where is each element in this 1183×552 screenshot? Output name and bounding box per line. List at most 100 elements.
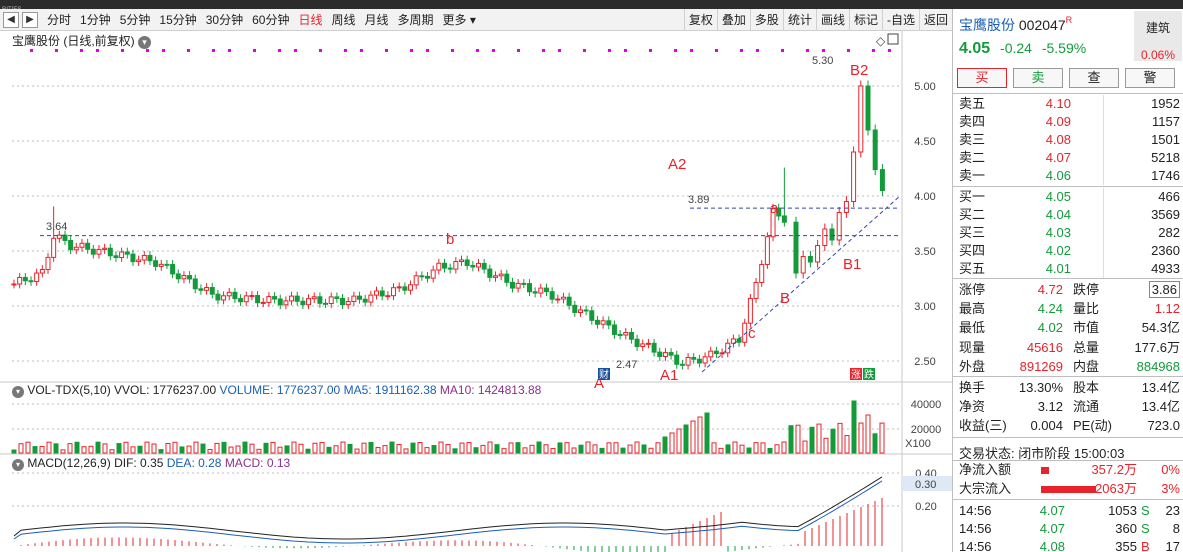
tool-button[interactable]: -自选 <box>881 9 919 31</box>
candle-body <box>793 221 799 274</box>
volume-bar <box>354 448 360 454</box>
stats-secondary: 换手 13.30% 股本 13.4亿 净资 3.12 流通 13.4亿 收益(三) 0.004 PE… <box>953 378 1183 436</box>
period-tab[interactable]: 月线 <box>365 11 389 28</box>
volume-bar <box>858 422 864 454</box>
order-book-row: 买四 4.02 2360 <box>953 242 1183 260</box>
buy-button[interactable]: 买 <box>957 68 1007 88</box>
volume-bar <box>382 445 388 454</box>
candle-body <box>79 242 85 248</box>
tick-row: 14:56 4.08 355 B 17 <box>953 538 1183 552</box>
signal-dot <box>80 49 83 52</box>
order-price: 4.07 <box>1045 150 1071 165</box>
stat-value: 884968 <box>1136 358 1180 374</box>
candle-body <box>634 338 640 348</box>
tool-button[interactable]: 返回 <box>918 9 952 31</box>
stat-row: 收益(三) 0.004 PE(动) 723.0 <box>953 416 1183 435</box>
divider <box>953 376 1183 377</box>
candle-body <box>124 251 130 255</box>
volume-bar <box>340 441 346 454</box>
price-line: 4.05 -0.24 -5.59% <box>959 40 1086 58</box>
volume-bar <box>116 443 122 454</box>
volume-bar <box>438 441 444 454</box>
order-level-label: 卖四 <box>959 114 986 129</box>
volume-bar <box>613 442 619 454</box>
period-tab[interactable]: 1分钟 <box>80 11 111 28</box>
tick-time: 14:56 <box>959 521 992 536</box>
tick-price: 4.07 <box>1039 521 1065 536</box>
candle-body <box>872 129 878 171</box>
period-tab[interactable]: 多周期 <box>398 11 434 28</box>
period-tab[interactable]: 15分钟 <box>159 11 196 28</box>
period-tabs: 分时 1分钟 5分钟 15分钟 30分钟 60分钟 日线 周线 月线 多周期 更多 ▾ <box>38 11 476 28</box>
period-tab[interactable]: 30分钟 <box>206 11 243 28</box>
alert-button[interactable]: 警 <box>1125 68 1175 88</box>
candle-body <box>396 286 402 289</box>
signal-dot <box>806 49 809 52</box>
period-tab[interactable]: 5分钟 <box>120 11 151 28</box>
signal-dot <box>740 49 743 52</box>
tool-button[interactable]: 标记 <box>848 9 882 31</box>
candle-body <box>175 273 181 280</box>
candle-body <box>374 290 380 296</box>
signal-dot <box>649 49 652 52</box>
tick-price: 4.07 <box>1039 503 1065 518</box>
kline-chart[interactable]: 5.004.504.003.503.002.50A2A1AB2B1Babc5.3… <box>0 31 952 552</box>
price-change: -0.24 <box>1000 40 1032 56</box>
volume-bar <box>207 448 213 454</box>
volume-bar <box>690 420 696 454</box>
sell-button[interactable]: 卖 <box>1013 68 1063 88</box>
candle-body <box>504 273 510 283</box>
query-button[interactable]: 查 <box>1069 68 1119 88</box>
stock-name[interactable]: 宝鹰股份 002047R <box>959 15 1072 35</box>
volume-bar <box>571 447 577 454</box>
bid-book: 买一 4.05 466 买二 4.04 3569 买三 4.03 282 买四 4.02 2360 买五… <box>953 188 1183 278</box>
order-level-label: 卖三 <box>959 132 986 147</box>
divider <box>953 186 1183 187</box>
candle-body <box>204 287 210 291</box>
tool-button[interactable]: 复权 <box>683 9 717 31</box>
candle-body <box>266 296 272 303</box>
chevron-down-icon[interactable]: ▾ <box>12 386 24 398</box>
chevron-down-icon[interactable]: ▾ <box>12 459 24 471</box>
period-tab[interactable]: 更多 ▾ <box>443 11 476 28</box>
stat-value: 3.12 <box>1037 399 1063 415</box>
macd-dif: DIF: 0.35 <box>114 456 164 470</box>
stat-label: PE(动) <box>1073 418 1113 434</box>
volume-bar <box>473 447 479 454</box>
candle-body <box>340 297 346 306</box>
candle-body <box>39 268 45 274</box>
candle-body <box>357 295 363 300</box>
volume-bar <box>221 441 227 454</box>
period-tab[interactable]: 周线 <box>331 11 355 28</box>
tool-button[interactable]: 统计 <box>782 9 816 31</box>
sector-box[interactable]: 建筑 0.06% <box>1134 11 1182 62</box>
period-tab[interactable]: 日线 <box>298 11 322 28</box>
volume-bar <box>11 449 17 454</box>
tool-button[interactable]: 画线 <box>815 9 849 31</box>
order-book-row: 卖五 4.10 1952 <box>953 95 1183 113</box>
volume-bar <box>641 444 647 454</box>
tick-row: 14:56 4.07 360 S 8 <box>953 520 1183 538</box>
ask-book: 卖五 4.10 1952 卖四 4.09 1157 卖三 4.08 1501 卖二 4.07 5218… <box>953 95 1183 185</box>
tool-button[interactable]: 叠加 <box>716 9 750 31</box>
stat-label: 现量 <box>959 339 986 355</box>
candle-body <box>442 262 448 269</box>
period-tab[interactable]: 60分钟 <box>252 11 289 28</box>
next-arrow-icon[interactable]: ▶ <box>22 11 38 28</box>
order-price: 4.06 <box>1045 168 1071 183</box>
period-tab[interactable]: 分时 <box>47 11 71 28</box>
volume-bar <box>480 444 486 454</box>
candle-body <box>829 228 835 241</box>
tool-button[interactable]: 多股 <box>749 9 783 31</box>
candle-body <box>685 357 691 366</box>
order-level-label: 买四 <box>959 243 986 258</box>
chevron-down-icon[interactable]: ▾ <box>138 36 152 49</box>
candle-body <box>611 324 617 335</box>
volume-bar <box>256 448 262 454</box>
candle-body <box>238 298 244 303</box>
volume-bar <box>242 441 248 454</box>
volume-bar <box>452 448 458 454</box>
prev-arrow-icon[interactable]: ◀ <box>3 11 19 28</box>
candle-body <box>96 248 102 255</box>
candle-body <box>158 263 164 267</box>
